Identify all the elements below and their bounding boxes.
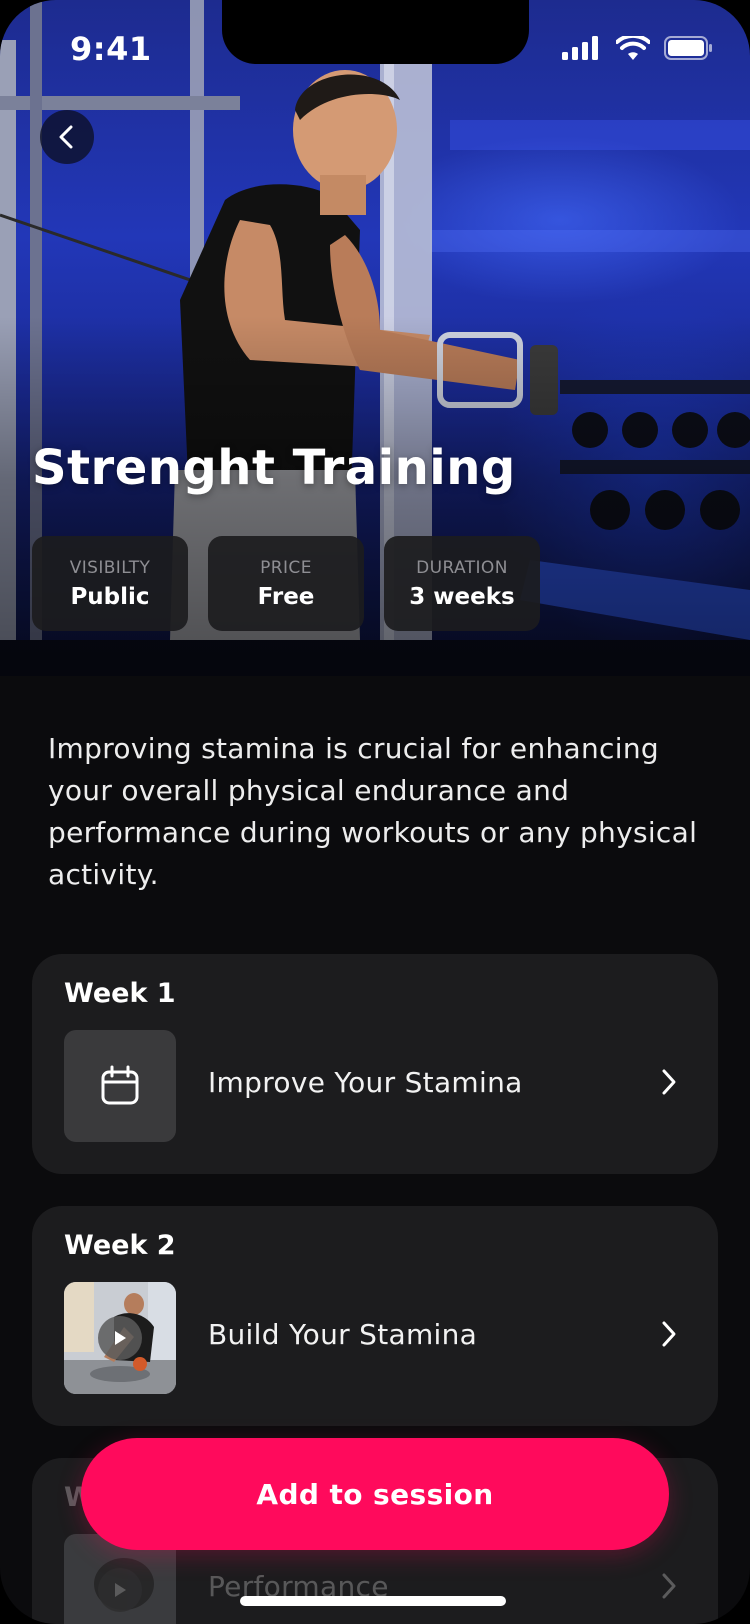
play-icon bbox=[115, 1583, 126, 1597]
page-title: Strenght Training bbox=[32, 440, 516, 496]
stat-price: PRICE Free bbox=[208, 536, 364, 631]
stat-duration: DURATION 3 weeks bbox=[384, 536, 540, 631]
chevron-left-icon bbox=[59, 125, 73, 149]
calendar-icon bbox=[101, 1065, 139, 1105]
play-icon bbox=[115, 1331, 126, 1345]
stat-label: VISIBILTY bbox=[69, 557, 151, 578]
device-notch bbox=[222, 0, 529, 64]
chevron-right-icon bbox=[662, 1069, 676, 1095]
play-button[interactable] bbox=[98, 1568, 142, 1612]
session-thumbnail bbox=[64, 1030, 176, 1142]
play-button[interactable] bbox=[98, 1316, 142, 1360]
program-detail-screen: 9:41 Strenght Training VISIBILTY Public bbox=[0, 0, 750, 1624]
stat-visibility: VISIBILTY Public bbox=[32, 536, 188, 631]
program-stats: VISIBILTY Public PRICE Free DURATION 3 w… bbox=[32, 536, 540, 631]
home-indicator[interactable] bbox=[240, 1596, 506, 1606]
back-button[interactable] bbox=[40, 110, 94, 164]
program-description: Improving stamina is crucial for enhanci… bbox=[48, 732, 698, 891]
cellular-signal-icon bbox=[562, 36, 598, 60]
stat-value: Free bbox=[257, 583, 315, 610]
week-title: Week 2 bbox=[64, 1230, 176, 1261]
chevron-right-icon bbox=[662, 1573, 676, 1599]
battery-icon bbox=[664, 36, 712, 60]
week-card-1[interactable]: Week 1 Improve Your Stamina bbox=[32, 954, 718, 1174]
stat-label: DURATION bbox=[416, 557, 508, 578]
chevron-right-icon bbox=[662, 1321, 676, 1347]
session-title: Build Your Stamina bbox=[208, 1318, 478, 1351]
status-time: 9:41 bbox=[70, 30, 152, 68]
week-title: Week 1 bbox=[64, 978, 176, 1009]
session-title: Improve Your Stamina bbox=[208, 1066, 523, 1099]
status-icons bbox=[562, 36, 714, 60]
stat-value: 3 weeks bbox=[409, 583, 515, 610]
wifi-icon bbox=[616, 36, 650, 60]
stat-value: Public bbox=[70, 583, 150, 610]
session-thumbnail bbox=[64, 1282, 176, 1394]
add-to-session-button[interactable]: Add to session bbox=[81, 1438, 669, 1550]
week-card-2[interactable]: Week 2 Build Your Stamina bbox=[32, 1206, 718, 1426]
stat-label: PRICE bbox=[260, 557, 312, 578]
